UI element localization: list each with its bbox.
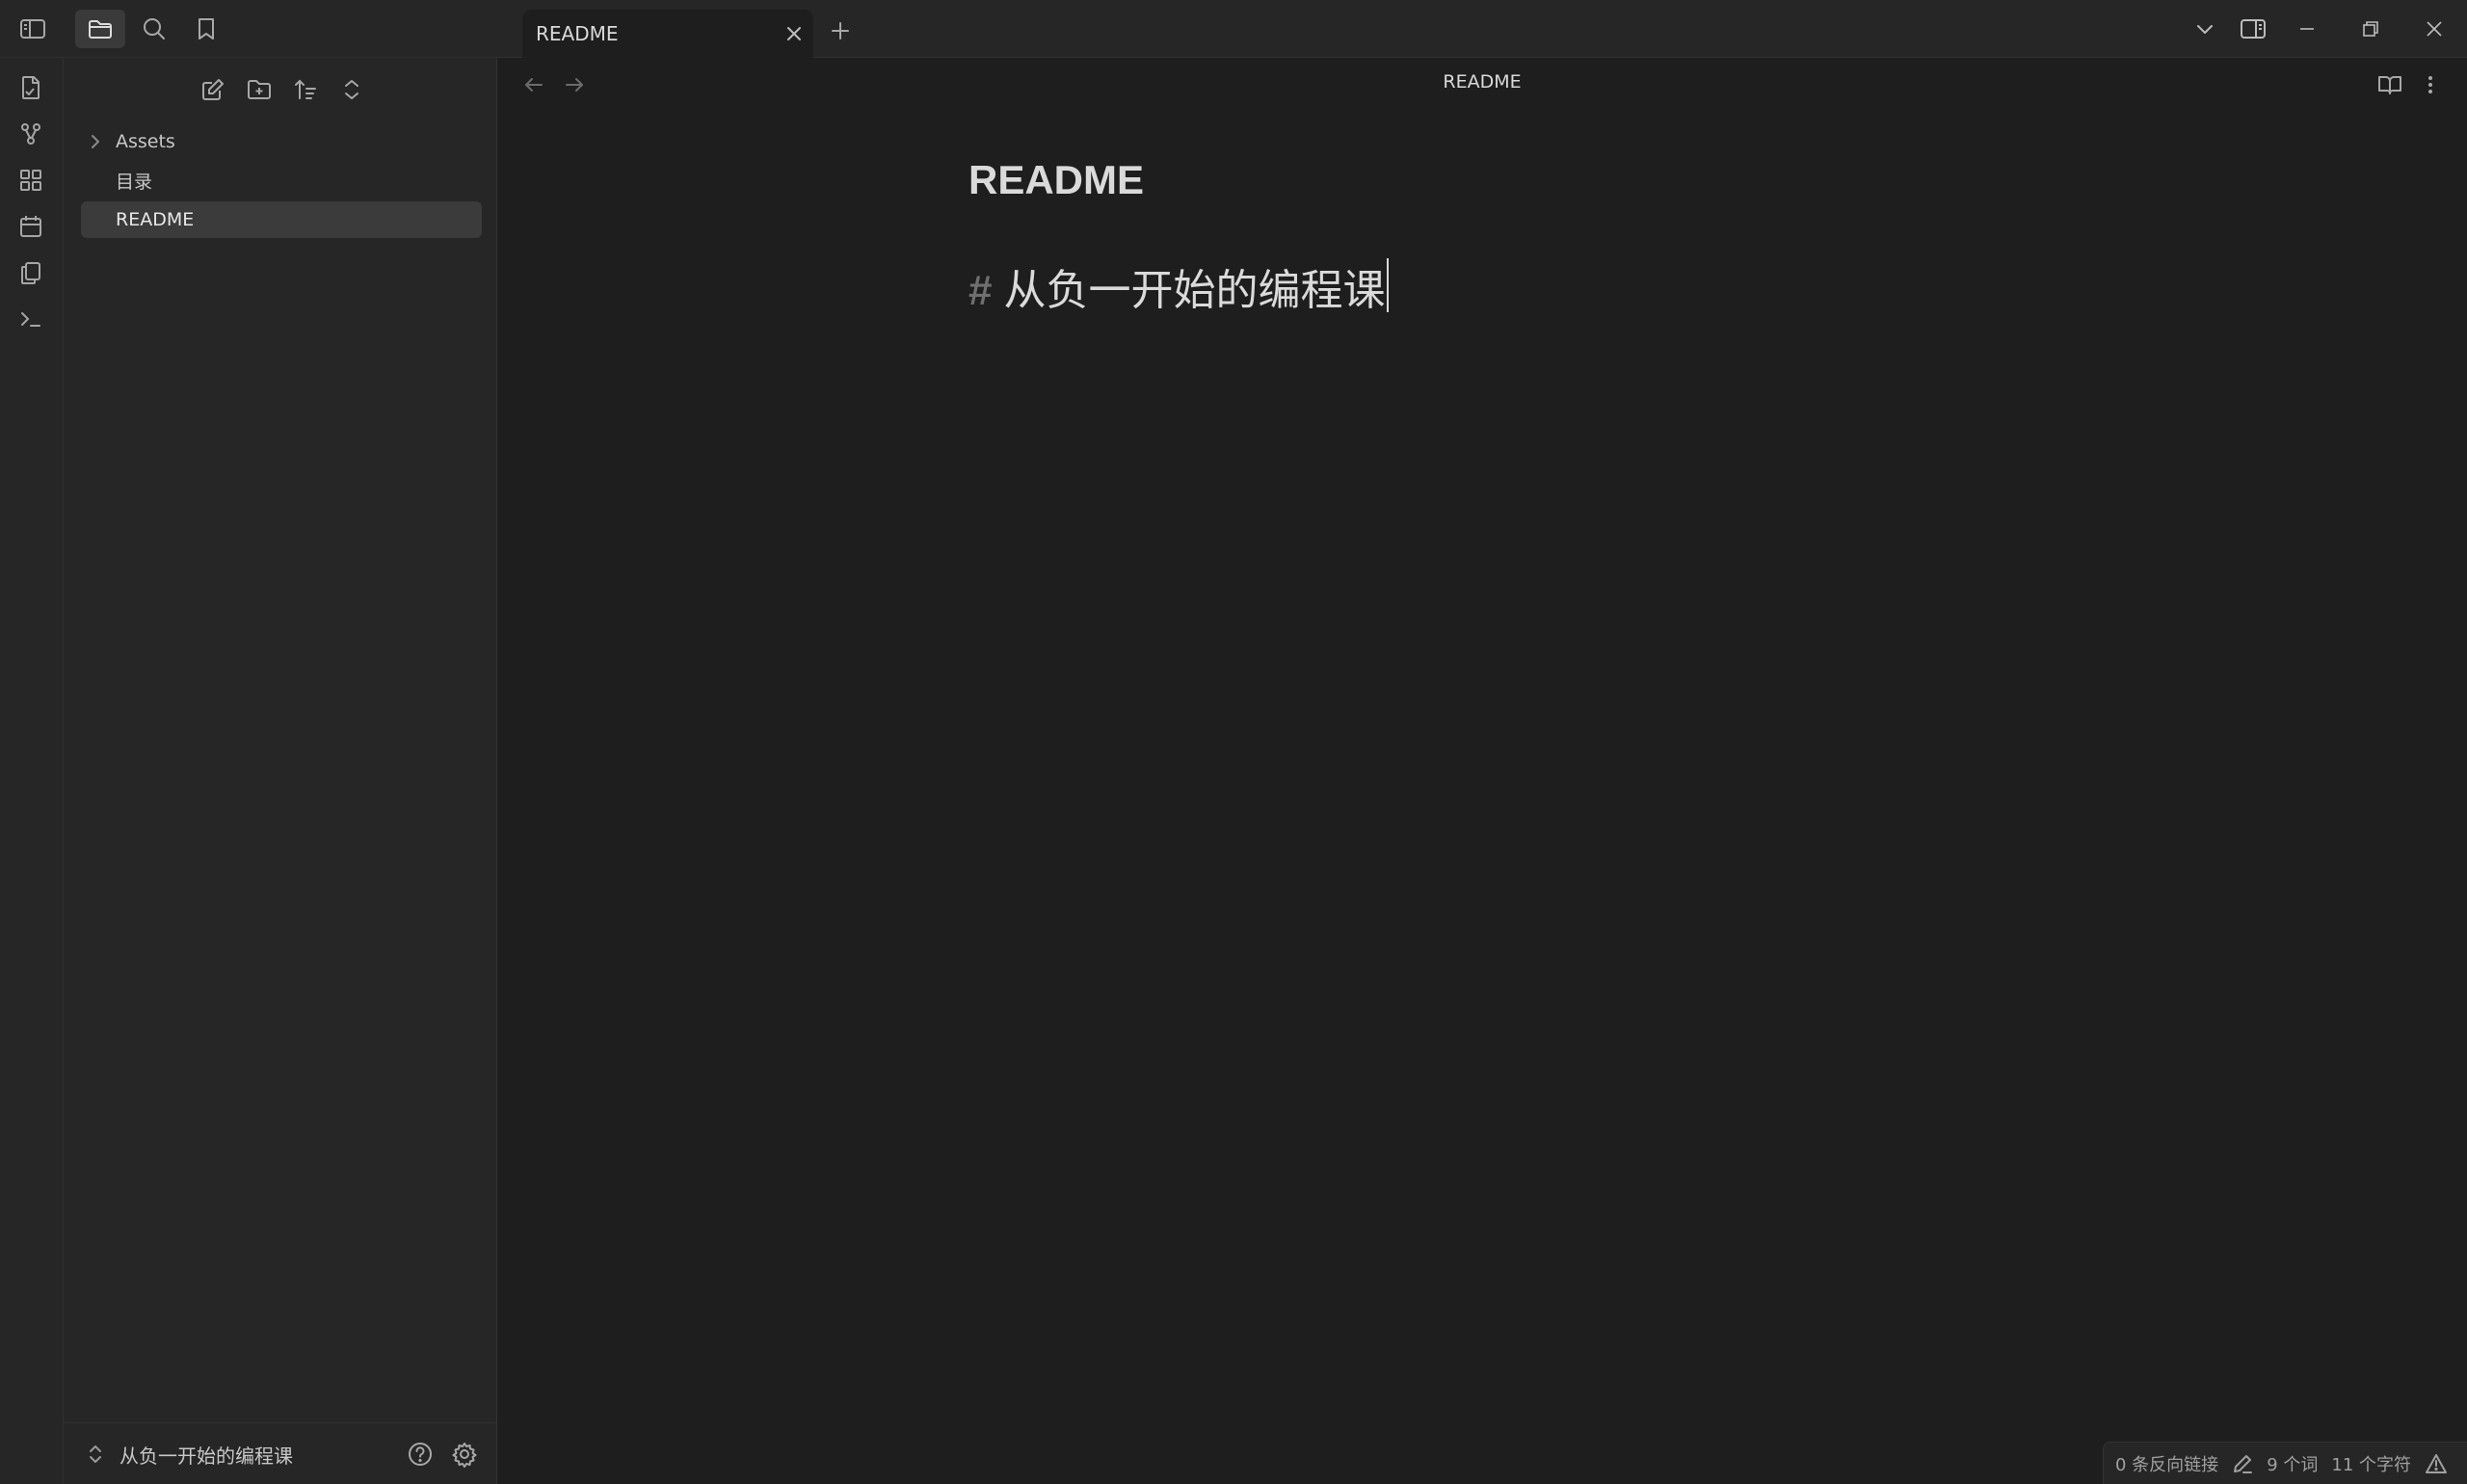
title-bar: README bbox=[0, 0, 2467, 58]
ribbon bbox=[0, 58, 64, 1484]
search-icon[interactable] bbox=[129, 10, 179, 48]
calendar-icon[interactable] bbox=[9, 206, 53, 247]
reading-view-icon[interactable] bbox=[2371, 66, 2409, 104]
file-switcher-icon[interactable] bbox=[9, 67, 53, 108]
tab-title: README bbox=[536, 22, 619, 45]
new-note-icon[interactable] bbox=[193, 69, 233, 110]
more-options-icon[interactable] bbox=[2411, 66, 2450, 104]
file-explorer: Assets 目录 README 从负一开始的编程课 bbox=[64, 58, 497, 1484]
tree-folder-assets[interactable]: Assets bbox=[81, 123, 482, 160]
text-cursor bbox=[1387, 258, 1390, 312]
heading-text: 从负一开始的编程课 bbox=[1003, 267, 1386, 314]
tab-readme[interactable]: README bbox=[522, 10, 813, 58]
sort-icon[interactable] bbox=[285, 69, 326, 110]
warning-icon[interactable] bbox=[2425, 1453, 2448, 1474]
terminal-icon[interactable] bbox=[9, 299, 53, 339]
close-tab-icon[interactable] bbox=[775, 14, 813, 53]
back-arrow-icon[interactable] bbox=[515, 66, 553, 104]
backlinks-count[interactable]: 0 条反向链接 bbox=[2115, 1451, 2218, 1476]
split-pane-icon[interactable] bbox=[2230, 8, 2276, 50]
tree-item-label: README bbox=[116, 209, 195, 230]
settings-gear-icon[interactable] bbox=[445, 1435, 484, 1473]
bookmark-icon[interactable] bbox=[181, 10, 231, 48]
restore-icon[interactable] bbox=[2348, 8, 2394, 50]
vault-switcher[interactable]: 从负一开始的编程课 bbox=[83, 1433, 293, 1475]
word-count: 9 个词 bbox=[2267, 1454, 2319, 1475]
chevrons-up-down-icon bbox=[83, 1444, 108, 1465]
sidebar-toggle-icon[interactable] bbox=[8, 10, 58, 48]
forward-arrow-icon[interactable] bbox=[555, 66, 594, 104]
help-icon[interactable] bbox=[401, 1435, 439, 1473]
tree-file-mulu[interactable]: 目录 bbox=[81, 162, 482, 199]
copy-icon[interactable] bbox=[9, 252, 53, 293]
view-header-title[interactable]: README bbox=[1253, 71, 1711, 93]
edit-mode-icon[interactable] bbox=[2232, 1453, 2253, 1474]
new-folder-icon[interactable] bbox=[239, 69, 279, 110]
inline-title[interactable]: README bbox=[968, 157, 1144, 203]
tree-item-label: Assets bbox=[116, 131, 175, 152]
new-tab-icon[interactable] bbox=[821, 12, 860, 50]
folder-icon[interactable] bbox=[75, 10, 125, 48]
char-count: 11 个字符 bbox=[2331, 1454, 2412, 1475]
chevron-down-icon[interactable] bbox=[2182, 8, 2228, 50]
heading-1[interactable]: # 从负一开始的编程课 bbox=[968, 251, 1390, 317]
collapse-all-icon[interactable] bbox=[332, 69, 372, 110]
minimize-icon[interactable] bbox=[2284, 8, 2330, 50]
graph-icon[interactable] bbox=[9, 114, 53, 154]
tree-file-readme[interactable]: README bbox=[81, 201, 482, 238]
close-window-icon[interactable] bbox=[2411, 8, 2457, 50]
heading-marker: # bbox=[968, 267, 993, 314]
vault-name: 从负一开始的编程课 bbox=[119, 1444, 293, 1468]
canvas-icon[interactable] bbox=[9, 160, 53, 200]
status-bar: 0 条反向链接 9 个词 11 个字符 bbox=[2103, 1442, 2467, 1484]
tree-item-label: 目录 bbox=[116, 171, 153, 193]
chevron-right-icon[interactable] bbox=[83, 123, 108, 160]
sidebar-footer: 从负一开始的编程课 bbox=[64, 1422, 497, 1484]
